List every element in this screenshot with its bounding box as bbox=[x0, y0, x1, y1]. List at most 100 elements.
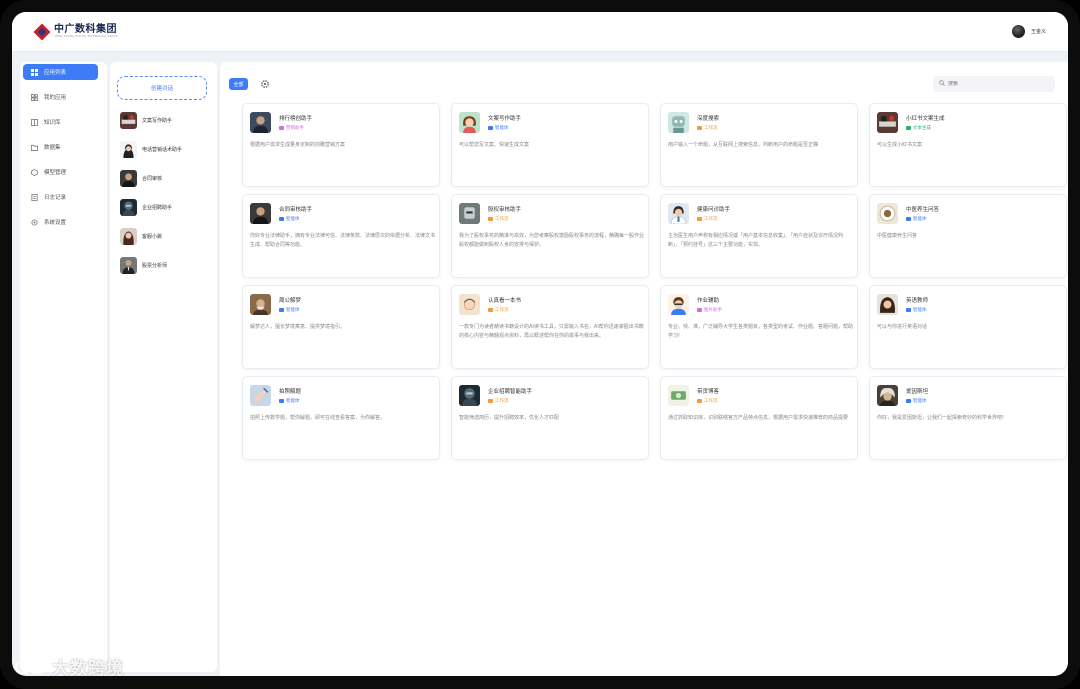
card-tag: 智能体 bbox=[279, 398, 300, 404]
tag-icon bbox=[697, 217, 702, 221]
avatar bbox=[668, 203, 689, 224]
avatar bbox=[877, 112, 898, 133]
app-card[interactable]: 健康问诊助手 工作流 主治医生用户声称有相应情况或「用户基本信息收集」、「用户症… bbox=[660, 194, 858, 278]
user-name: 王金义 bbox=[1030, 29, 1046, 35]
conversation-item[interactable]: 股票分析师 bbox=[120, 257, 167, 274]
tag-label: 智能体 bbox=[913, 308, 927, 313]
tag-icon bbox=[488, 308, 493, 312]
search-icon bbox=[939, 80, 945, 88]
sidebar-item-system-settings[interactable]: 系统设置 bbox=[23, 214, 98, 230]
card-description: 解梦达人，擅长梦境寓意、提供梦境指引。 bbox=[250, 324, 346, 330]
avatar bbox=[668, 385, 689, 406]
tag-label: 工作流 bbox=[495, 399, 509, 404]
app-card[interactable]: 英语教师 智能体 可以与你进行英语对话 bbox=[869, 285, 1067, 369]
device-frame: 中广数科集团 CHINA GUANG DIGITAL TECHNOLOGY GR… bbox=[0, 0, 1080, 689]
app-card[interactable]: 中医养生问答 智能体 中医健康养生问答 bbox=[869, 194, 1067, 278]
conversation-item[interactable]: 企业招聘助手 bbox=[120, 199, 172, 216]
app-card[interactable]: 文案写作助手 智能体 可以帮您写文案、快速生成文案 bbox=[451, 103, 649, 187]
app-card[interactable]: 合同审核助手 智能体 你好专业法律助手，拥有专业法律可信、法律条款、法律层次的依… bbox=[242, 194, 440, 278]
card-description: 拍照上传数学题，帮你解题，即可在线查看答案，为你解答。 bbox=[250, 415, 386, 421]
tag-icon bbox=[488, 399, 493, 403]
sidebar-item-dataset[interactable]: 数据集 bbox=[23, 139, 98, 155]
conversation-item[interactable]: 文案写作助手 bbox=[120, 112, 172, 129]
app-card[interactable]: 企业招聘智能助手 工作流 智能筛选简历，提升招聘效率，优化人才匹配 bbox=[451, 376, 649, 460]
card-description: 可以生成小红书文案 bbox=[877, 142, 923, 148]
card-tag: 营销助手 bbox=[279, 125, 304, 131]
sidebar-item-label: 日志记录 bbox=[44, 195, 67, 201]
app-card[interactable]: 作业辅助 图片助手 专业、快、准，广泛辅导大学生各类题目，各类型的考试、作业题、… bbox=[660, 285, 858, 369]
avatar bbox=[877, 294, 898, 315]
logo-title: 中广数科集团 bbox=[54, 24, 117, 36]
card-tag: 工作流 bbox=[488, 398, 509, 404]
app-card[interactable]: 认真看一本书 工作流 一款专门为读者精读书籍设计的AI读书工具，只需输入书名，A… bbox=[451, 285, 649, 369]
tag-icon bbox=[279, 217, 284, 221]
search-box[interactable] bbox=[933, 76, 1055, 92]
tag-icon bbox=[697, 399, 702, 403]
card-tag: 智能体 bbox=[906, 216, 927, 222]
tag-label: 工作流 bbox=[704, 217, 718, 222]
tag-icon bbox=[697, 126, 702, 130]
chat-bubble-icon bbox=[14, 657, 48, 677]
tag-icon bbox=[488, 217, 493, 221]
app-card[interactable]: 排行榜创助手 营销助手 根据用户需求生成量身定制的前瞻营销方案 bbox=[242, 103, 440, 187]
conversation-item[interactable]: 电话营销话术助手 bbox=[120, 141, 182, 158]
logo-mark-icon bbox=[33, 23, 51, 41]
app-card[interactable]: 拍照解题 智能体 拍照上传数学题，帮你解题，即可在线查看答案，为你解答。 bbox=[242, 376, 440, 460]
card-tag: 智能体 bbox=[279, 216, 300, 222]
sidebar-item-app-list[interactable]: 应用列表 bbox=[23, 64, 98, 80]
avatar bbox=[459, 385, 480, 406]
avatar bbox=[459, 203, 480, 224]
app-card[interactable]: 小红书文案生成 文本生成 可以生成小红书文案 bbox=[869, 103, 1067, 187]
card-description: 可以与你进行英语对话 bbox=[877, 324, 928, 330]
grid-icon bbox=[31, 68, 38, 76]
tag-label: 智能体 bbox=[495, 126, 509, 131]
sidebar-item-knowledge-base[interactable]: 知识库 bbox=[23, 114, 98, 130]
card-title: 股权审核助手 bbox=[488, 207, 522, 213]
user-menu[interactable]: 王金义 bbox=[1011, 25, 1046, 38]
conversation-item[interactable]: 合同审核 bbox=[120, 170, 162, 187]
card-description: 可以帮您写文案、快速生成文案 bbox=[459, 142, 530, 148]
card-tag: 工作流 bbox=[488, 216, 509, 222]
avatar bbox=[250, 203, 271, 224]
tag-icon bbox=[697, 308, 702, 312]
card-title: 排行榜创助手 bbox=[279, 116, 313, 122]
app-card[interactable]: 深度搜索 工作流 用户输入一个命题，从互联网上搜索信息，判断用户的命题是否正确 bbox=[660, 103, 858, 187]
tag-label: 图片助手 bbox=[704, 308, 722, 313]
card-description: 我为了股权事务的精准与高效，为您考察股权激励股权事务的流程，精确每一股作业股权都… bbox=[459, 233, 645, 248]
card-tag: 图片助手 bbox=[697, 307, 722, 313]
tag-icon bbox=[906, 399, 911, 403]
avatar[interactable] bbox=[1011, 25, 1025, 38]
conversation-name: 电话营销话术助手 bbox=[142, 147, 183, 153]
card-description: 中医健康养生问答 bbox=[877, 233, 918, 239]
app-card[interactable]: 爱因斯坦 智能体 你好，我是爱因斯坦，让我们一起探索奇妙的科学世界吧! bbox=[869, 376, 1067, 460]
app-card[interactable]: 周公解梦 智能体 解梦达人，擅长梦境寓意、提供梦境指引。 bbox=[242, 285, 440, 369]
card-description: 你好专业法律助手，拥有专业法律可信、法律条款、法律层次的依据分析、法律文书生成、… bbox=[250, 233, 436, 248]
sidebar-item-logs[interactable]: 日志记录 bbox=[23, 189, 98, 205]
card-title: 文案写作助手 bbox=[488, 116, 522, 122]
new-conversation-button[interactable]: 创建对话 bbox=[117, 76, 207, 100]
tag-icon bbox=[906, 217, 911, 221]
conversation-item[interactable]: 客服小跳 bbox=[120, 228, 162, 245]
company-logo[interactable]: 中广数科集团 CHINA GUANG DIGITAL TECHNOLOGY GR… bbox=[33, 23, 118, 41]
avatar bbox=[668, 294, 689, 315]
avatar bbox=[120, 170, 137, 187]
card-title: 小红书文案生成 bbox=[906, 116, 945, 122]
tag-label: 工作流 bbox=[495, 217, 509, 222]
card-tag: 工作流 bbox=[697, 398, 718, 404]
sidebar-item-label: 知识库 bbox=[44, 120, 61, 126]
app-card[interactable]: 带货博客 工作流 通过抓取知识库，识别联络官方产品特点信息，根据用户需求快速推荐… bbox=[660, 376, 858, 460]
card-tag: 文本生成 bbox=[906, 125, 931, 131]
search-input[interactable] bbox=[948, 81, 1048, 87]
tag-icon bbox=[488, 126, 493, 130]
card-title: 健康问诊助手 bbox=[697, 207, 731, 213]
sidebar-item-my-apps[interactable]: 我的应用 bbox=[23, 89, 98, 105]
sidebar-item-model-management[interactable]: 模型管理 bbox=[23, 164, 98, 180]
gear-icon[interactable] bbox=[260, 79, 270, 89]
tag-label: 智能体 bbox=[286, 308, 300, 313]
app-list-main: 全部 排行榜创助手 营销助手 根据用户需求生成量身定制的前瞻营销方案 文案写作助… bbox=[220, 62, 1068, 676]
card-description: 主治医生用户声称有相应情况或「用户基本信息收集」、「用户症状及诊疗情况判断」、「… bbox=[668, 233, 844, 248]
card-description: 用户输入一个命题，从互联网上搜索信息，判断用户的命题是否正确 bbox=[668, 142, 819, 148]
top-header: 中广数科集团 CHINA GUANG DIGITAL TECHNOLOGY GR… bbox=[12, 12, 1068, 52]
app-card[interactable]: 股权审核助手 工作流 我为了股权事务的精准与高效，为您考察股权激励股权事务的流程… bbox=[451, 194, 649, 278]
filter-all-button[interactable]: 全部 bbox=[229, 78, 248, 90]
